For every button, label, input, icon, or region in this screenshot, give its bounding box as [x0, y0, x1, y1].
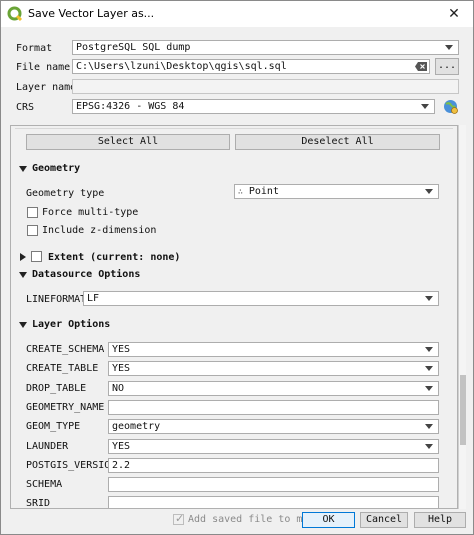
chevron-down-icon: [425, 366, 433, 371]
scrollbar-thumb[interactable]: [460, 375, 466, 445]
layername-label: Layer name: [16, 82, 77, 93]
layer-option-value: NO: [112, 383, 125, 394]
chevron-down-icon: [425, 296, 433, 301]
title-bar: Save Vector Layer as... ✕: [1, 1, 473, 27]
format-value: PostgreSQL SQL dump: [76, 42, 191, 53]
close-icon[interactable]: ✕: [439, 3, 469, 25]
vertical-scrollbar[interactable]: [458, 125, 466, 509]
lineformat-select[interactable]: LF: [83, 291, 439, 306]
chevron-down-icon: [425, 386, 433, 391]
datasource-options-header[interactable]: Datasource Options: [32, 269, 140, 280]
layer-option-value: YES: [112, 363, 131, 374]
help-button[interactable]: Help: [414, 512, 466, 528]
chevron-down-icon: [425, 444, 433, 449]
collapse-arrow-icon[interactable]: [19, 272, 27, 278]
chevron-down-icon: [425, 347, 433, 352]
layer-option-input[interactable]: 2.2: [108, 458, 439, 473]
layer-options-header[interactable]: Layer Options: [32, 319, 110, 330]
layername-input[interactable]: [72, 79, 459, 94]
layer-option-input[interactable]: [108, 400, 439, 415]
ok-button[interactable]: OK: [302, 512, 355, 528]
add-to-map-label: Add saved file to map: [188, 514, 315, 525]
layer-option-select[interactable]: YES: [108, 342, 439, 357]
layer-option-select[interactable]: geometry: [108, 419, 439, 434]
layer-option-value: 2.2: [112, 460, 131, 471]
filename-label: File name: [16, 62, 71, 73]
layer-option-label: LAUNDER: [26, 441, 69, 452]
layer-option-label: DROP_TABLE: [26, 383, 87, 394]
format-label: Format: [16, 43, 53, 54]
options-scroll-area[interactable]: Select All Deselect All Geometry Geometr…: [10, 125, 458, 509]
filename-input[interactable]: C:\Users\lzuni\Desktop\qgis\sql.sql: [72, 59, 430, 74]
geometry-type-label: Geometry type: [26, 188, 105, 199]
browse-button[interactable]: ...: [435, 58, 459, 75]
geometry-header[interactable]: Geometry: [32, 163, 80, 174]
collapse-arrow-icon[interactable]: [19, 166, 27, 172]
layer-option-value: YES: [112, 344, 131, 355]
layer-option-label: POSTGIS_VERSION: [26, 460, 117, 471]
force-multi-label: Force multi-type: [42, 207, 139, 218]
clear-text-icon[interactable]: [415, 62, 427, 71]
include-z-checkbox[interactable]: [27, 225, 38, 236]
layer-option-value: geometry: [112, 421, 161, 432]
layer-option-select[interactable]: YES: [108, 439, 439, 454]
layer-option-label: SCHEMA: [26, 479, 63, 490]
add-to-map-checkbox[interactable]: ✓: [173, 512, 185, 525]
lineformat-label: LINEFORMAT: [26, 294, 87, 305]
select-all-button[interactable]: Select All: [26, 134, 230, 150]
save-vector-layer-dialog: Save Vector Layer as... ✕ Format Postgre…: [0, 0, 474, 535]
chevron-down-icon: [421, 104, 429, 109]
force-multi-checkbox[interactable]: [27, 207, 38, 218]
layer-option-input[interactable]: [108, 477, 439, 492]
checkmark-icon: ✓: [175, 512, 185, 525]
format-select[interactable]: PostgreSQL SQL dump: [72, 40, 459, 55]
geometry-type-value: Point: [248, 186, 279, 197]
qgis-logo-icon: [7, 6, 23, 22]
lineformat-value: LF: [87, 293, 100, 304]
layer-option-label: CREATE_TABLE: [26, 363, 99, 374]
layer-option-label: SRID: [26, 498, 51, 509]
cancel-button[interactable]: Cancel: [360, 512, 408, 528]
filename-value: C:\Users\lzuni\Desktop\qgis\sql.sql: [76, 61, 287, 72]
layer-option-label: CREATE_SCHEMA: [26, 344, 105, 355]
chevron-down-icon: [425, 189, 433, 194]
layer-option-label: GEOMETRY_NAME: [26, 402, 105, 413]
collapse-arrow-icon[interactable]: [19, 322, 27, 328]
chevron-down-icon: [445, 45, 453, 50]
layer-option-input[interactable]: [108, 496, 439, 508]
deselect-all-button[interactable]: Deselect All: [235, 134, 440, 150]
point-type-icon: ∴: [238, 187, 243, 196]
layer-option-select[interactable]: NO: [108, 381, 439, 396]
crs-select[interactable]: EPSG:4326 - WGS 84: [72, 99, 435, 114]
crs-value: EPSG:4326 - WGS 84: [76, 101, 185, 112]
layer-option-value: YES: [112, 441, 131, 452]
layer-option-select[interactable]: YES: [108, 361, 439, 376]
window-title: Save Vector Layer as...: [28, 7, 155, 20]
include-z-label: Include z-dimension: [42, 225, 157, 236]
expand-arrow-icon[interactable]: [19, 253, 27, 261]
layer-option-label: GEOM_TYPE: [26, 421, 81, 432]
extent-checkbox[interactable]: [31, 251, 42, 262]
crs-label: CRS: [16, 102, 35, 113]
crs-globe-icon[interactable]: [442, 98, 459, 115]
extent-header: Extent (current: none): [48, 252, 181, 263]
chevron-down-icon: [425, 424, 433, 429]
divider: [15, 128, 453, 129]
geometry-type-select[interactable]: ∴ Point: [234, 184, 439, 199]
